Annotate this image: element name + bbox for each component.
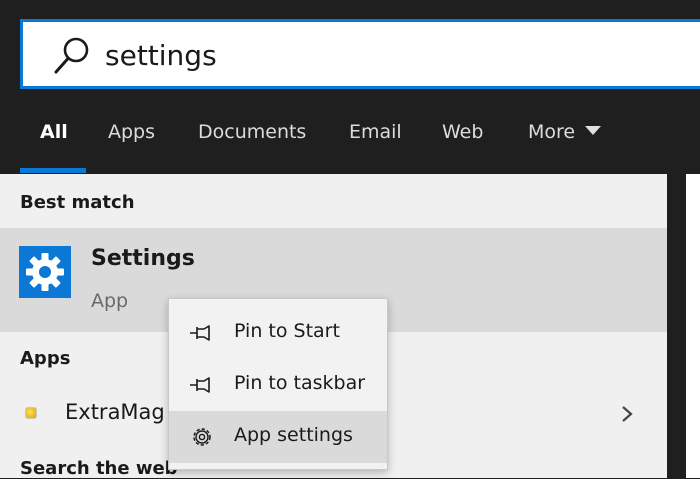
menu-item-label: App settings: [234, 424, 353, 446]
pin-icon: [190, 325, 210, 341]
search-box[interactable]: [20, 19, 700, 89]
gear-icon: [193, 428, 211, 446]
tab-apps[interactable]: Apps: [108, 100, 155, 174]
context-menu: Pin to Start Pin to taskbar App settings: [168, 298, 388, 470]
search-input[interactable]: [105, 32, 665, 78]
menu-item-pin-to-taskbar[interactable]: Pin to taskbar: [169, 359, 387, 411]
best-match-header: Best match: [20, 192, 135, 213]
tab-all[interactable]: All: [40, 100, 68, 174]
search-web-header: Search the web: [20, 458, 178, 479]
settings-app-tile: [19, 246, 71, 298]
preview-pane: [686, 174, 700, 478]
best-match-subtitle: App: [91, 290, 129, 312]
active-tab-indicator: [20, 168, 86, 173]
menu-item-label: Pin to Start: [234, 320, 340, 342]
extramag-icon: [26, 408, 36, 418]
chevron-down-icon: [585, 126, 602, 135]
best-match-title: Settings: [91, 246, 195, 271]
tab-more-label: More: [528, 121, 576, 143]
tab-web[interactable]: Web: [442, 100, 483, 174]
filter-tabs: All Apps Documents Email Web More: [0, 100, 700, 174]
gear-icon: [26, 253, 64, 291]
tab-more[interactable]: More: [528, 100, 602, 174]
search-icon: [54, 37, 89, 74]
menu-item-label: Pin to taskbar: [234, 372, 366, 394]
tab-documents[interactable]: Documents: [198, 100, 306, 174]
tab-email[interactable]: Email: [349, 100, 402, 174]
menu-item-pin-to-start[interactable]: Pin to Start: [169, 307, 387, 359]
chevron-right-icon[interactable]: [620, 404, 634, 424]
menu-item-app-settings[interactable]: App settings: [169, 411, 387, 463]
list-item-label: ExtraMag: [65, 400, 165, 424]
apps-section-header: Apps: [20, 348, 71, 369]
pin-icon: [190, 377, 210, 393]
